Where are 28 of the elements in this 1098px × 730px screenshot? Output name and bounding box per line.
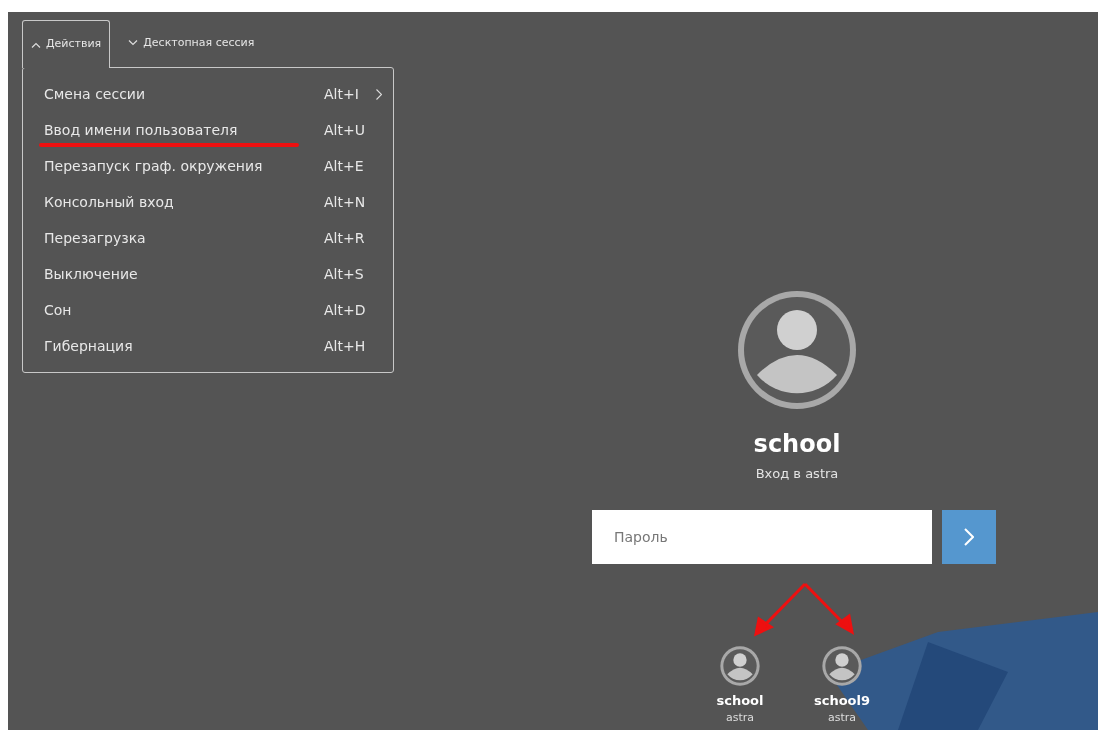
user-name: school — [753, 432, 841, 456]
avatar-icon — [720, 645, 760, 686]
annotation-arrow — [753, 582, 807, 637]
user-tile-host: astra — [827, 710, 857, 726]
menu-item[interactable]: Перезапуск граф. окружения Alt+E — [23, 148, 393, 184]
chevron-right-icon — [964, 527, 974, 546]
menu-item[interactable]: Сон Alt+D — [23, 292, 393, 328]
user-tile-host: astra — [725, 710, 755, 726]
user-tile[interactable]: school9 astra — [810, 645, 874, 727]
menu-item[interactable]: Гибернация Alt+H — [23, 328, 393, 364]
user-tile-name: school9 — [813, 691, 871, 710]
user-tile-name: school — [716, 691, 764, 710]
menu-item[interactable]: Ввод имени пользователя Alt+U — [23, 112, 393, 148]
menu-tab[interactable]: Десктопная сессия — [110, 19, 273, 67]
menu-item[interactable]: Смена сессии Alt+I — [23, 76, 393, 112]
annotation-arrow — [803, 582, 855, 635]
submit-button[interactable] — [942, 509, 996, 564]
chevron-down-icon — [128, 40, 139, 46]
avatar-icon — [737, 290, 857, 410]
menu-tab[interactable]: Действия — [22, 20, 111, 68]
chevron-up-icon — [31, 41, 41, 48]
menu-item[interactable]: Консольный вход Alt+N — [23, 184, 393, 220]
password-field[interactable]: Пароль — [592, 509, 932, 564]
menu-item[interactable]: Перезагрузка Alt+R — [23, 220, 393, 256]
login-subtitle: Вход в astra — [755, 465, 839, 483]
menu-item[interactable]: Выключение Alt+S — [23, 256, 393, 292]
user-tile[interactable]: school astra — [708, 645, 772, 727]
avatar-icon — [822, 645, 862, 686]
